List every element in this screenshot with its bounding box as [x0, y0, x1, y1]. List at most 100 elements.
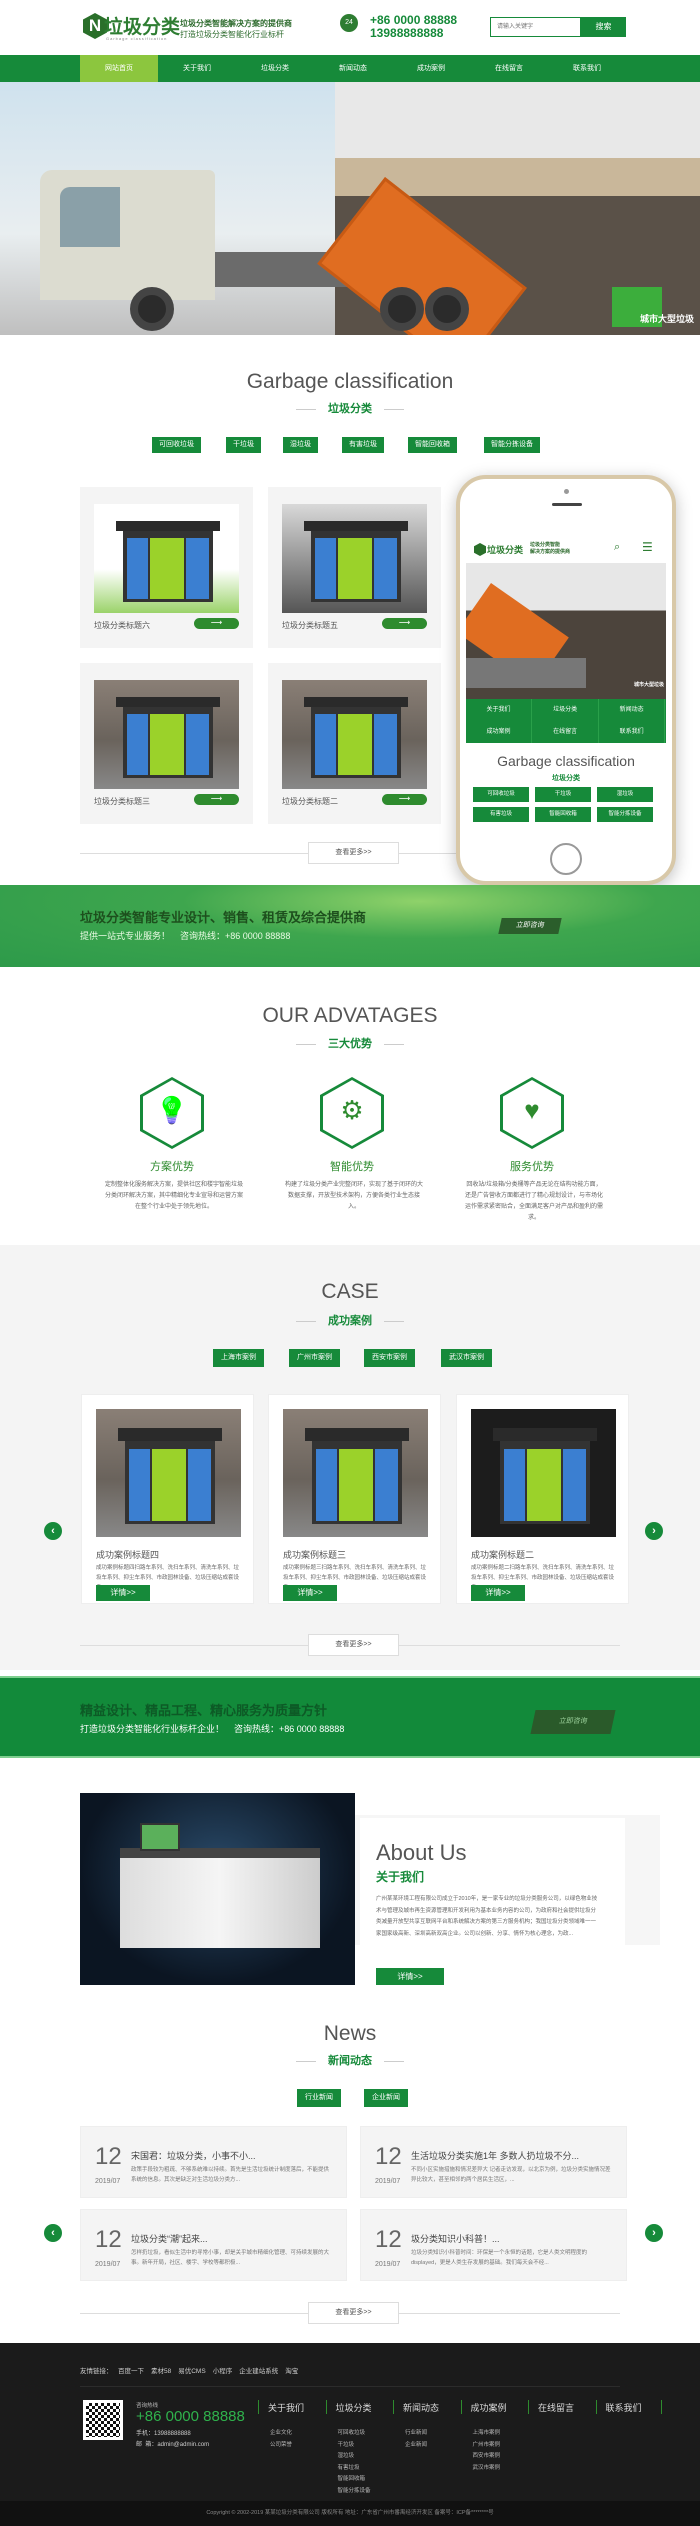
nav-item-2[interactable]: 垃圾分类 [236, 55, 314, 82]
footer-link[interactable]: 可回收垃圾 [338, 2428, 366, 2436]
case-image[interactable] [96, 1409, 241, 1537]
search-icon[interactable]: ⌕ [614, 541, 620, 554]
case-card[interactable]: 成功案例标题三 成功案例标题三扫路车系列、洗扫车系列、清洗车系列、垃圾车系列、抑尘… [268, 1394, 441, 1604]
case-card[interactable]: 成功案例标题二 成功案例标题二扫路车系列、洗扫车系列、清洗车系列、垃圾车系列、抑尘… [456, 1394, 629, 1604]
phone-tab[interactable]: 智能分拣设备 [597, 807, 653, 822]
news-card[interactable]: 12 2019/07 生活垃圾分类实施1年 多数人扔垃圾不分... 不同小区实施措施和… [360, 2126, 627, 2198]
product-image[interactable] [282, 680, 427, 789]
promo2-consult-button[interactable]: 立即咨询 [530, 1710, 616, 1734]
phone-nav-item[interactable]: 成功案例 [466, 721, 532, 743]
products-tab[interactable]: 智能分拣设备 [484, 437, 540, 453]
product-title[interactable]: 垃圾分类标题三 [94, 796, 150, 807]
friend-link[interactable]: 小程序 [213, 2368, 233, 2375]
hero-banner[interactable]: 城市大型垃圾 [0, 82, 700, 335]
cases-next-arrow[interactable]: › [645, 1522, 663, 1540]
case-title[interactable]: 成功案例标题三 [283, 1548, 346, 1561]
footer-link[interactable]: 行业新闻 [405, 2428, 427, 2436]
phone-tab[interactable]: 湿垃圾 [597, 787, 653, 802]
news-title[interactable]: 圾分类知识小科普！... [411, 2232, 500, 2245]
phone-nav-item[interactable]: 垃圾分类 [533, 699, 599, 721]
promo1-consult-button[interactable]: 立即咨询 [498, 918, 562, 934]
case-tab[interactable]: 武汉市案例 [441, 1349, 492, 1367]
arrow-right-icon[interactable]: ⟶ [194, 618, 239, 629]
news-next-arrow[interactable]: › [645, 2224, 663, 2242]
product-card[interactable]: 垃圾分类标题六 ⟶ [80, 487, 253, 648]
product-image[interactable] [282, 504, 427, 613]
news-card[interactable]: 12 2019/07 圾分类知识小科普！... 垃圾分类知识小科普时间：环保是一个永恒… [360, 2209, 627, 2281]
product-image[interactable] [94, 680, 239, 789]
footer-column-title[interactable]: 联系我们 [606, 2401, 642, 2414]
case-detail-button[interactable]: 详情>> [471, 1585, 525, 1601]
footer-link[interactable]: 公司荣誉 [270, 2440, 292, 2448]
friend-link[interactable]: 易优CMS [178, 2368, 205, 2375]
case-detail-button[interactable]: 详情>> [283, 1585, 337, 1601]
news-card[interactable]: 12 2019/07 垃圾分类“潮”起来... 怎样扔垃圾，看似生活中的寻常小事，却是… [80, 2209, 347, 2281]
case-title[interactable]: 成功案例标题二 [471, 1548, 534, 1561]
product-card[interactable]: 垃圾分类标题三 ⟶ [80, 663, 253, 824]
search-button[interactable]: 搜索 [581, 17, 626, 37]
news-card[interactable]: 12 2019/07 宋国君：垃圾分类，小事不小... 政策手段较为粗疏、不够系统难以… [80, 2126, 347, 2198]
phone-tab[interactable]: 可回收垃圾 [473, 787, 529, 802]
footer-column-title[interactable]: 新闻动态 [403, 2401, 439, 2414]
footer-link[interactable]: 广州市案例 [473, 2440, 501, 2448]
product-title[interactable]: 垃圾分类标题二 [282, 796, 338, 807]
logo-text[interactable]: 垃圾分类 [104, 12, 180, 39]
friend-link[interactable]: 素材58 [151, 2368, 171, 2375]
cases-more-button[interactable]: 查看更多>> [308, 1634, 399, 1656]
phone-nav-item[interactable]: 在线留言 [533, 721, 599, 743]
nav-item-4[interactable]: 成功案例 [392, 55, 470, 82]
product-image[interactable] [94, 504, 239, 613]
case-tab[interactable]: 上海市案例 [213, 1349, 264, 1367]
case-card[interactable]: 成功案例标题四 成功案例标题四扫路车系列、洗扫车系列、清洗车系列、垃圾车系列、抑尘… [81, 1394, 254, 1604]
product-title[interactable]: 垃圾分类标题六 [94, 620, 150, 631]
footer-link[interactable]: 有害垃圾 [338, 2463, 360, 2471]
products-tab[interactable]: 湿垃圾 [283, 437, 318, 453]
nav-item-6[interactable]: 联系我们 [548, 55, 626, 82]
case-image[interactable] [471, 1409, 616, 1537]
arrow-right-icon[interactable]: ⟶ [194, 794, 239, 805]
phone-nav-item[interactable]: 联系我们 [599, 721, 666, 743]
news-title[interactable]: 垃圾分类“潮”起来... [131, 2232, 208, 2245]
footer-link[interactable]: 智能分拣设备 [338, 2486, 371, 2494]
arrow-right-icon[interactable]: ⟶ [382, 618, 427, 629]
case-image[interactable] [283, 1409, 428, 1537]
phone-nav-item[interactable]: 关于我们 [466, 699, 532, 721]
news-title[interactable]: 宋国君：垃圾分类，小事不小... [131, 2149, 256, 2162]
news-more-button[interactable]: 查看更多>> [308, 2302, 399, 2324]
product-title[interactable]: 垃圾分类标题五 [282, 620, 338, 631]
friend-link[interactable]: 淘宝 [285, 2368, 298, 2375]
search-input[interactable] [490, 17, 581, 37]
footer-link[interactable]: 企业文化 [270, 2428, 292, 2436]
case-title[interactable]: 成功案例标题四 [96, 1548, 159, 1561]
footer-link[interactable]: 上海市案例 [473, 2428, 501, 2436]
nav-item-1[interactable]: 关于我们 [158, 55, 236, 82]
products-tab[interactable]: 有害垃圾 [342, 437, 384, 453]
products-tab[interactable]: 干垃圾 [226, 437, 261, 453]
footer-link[interactable]: 企业新闻 [405, 2440, 427, 2448]
case-tab[interactable]: 广州市案例 [289, 1349, 340, 1367]
product-card[interactable]: 垃圾分类标题五 ⟶ [268, 487, 441, 648]
footer-column-title[interactable]: 垃圾分类 [336, 2401, 372, 2414]
friend-link[interactable]: 企业建站系统 [239, 2368, 278, 2375]
footer-link[interactable]: 武汉市案例 [473, 2463, 501, 2471]
product-card[interactable]: 垃圾分类标题二 ⟶ [268, 663, 441, 824]
footer-link[interactable]: 智能回收箱 [338, 2474, 366, 2482]
footer-column-title[interactable]: 在线留言 [538, 2401, 574, 2414]
phone-tab[interactable]: 有害垃圾 [473, 807, 529, 822]
footer-column-title[interactable]: 关于我们 [268, 2401, 304, 2414]
footer-link[interactable]: 干垃圾 [338, 2440, 355, 2448]
phone-tab[interactable]: 智能回收箱 [535, 807, 591, 822]
footer-column-title[interactable]: 成功案例 [471, 2401, 507, 2414]
nav-item-0[interactable]: 网站首页 [80, 55, 158, 82]
news-prev-arrow[interactable]: ‹ [44, 2224, 62, 2242]
nav-item-3[interactable]: 新闻动态 [314, 55, 392, 82]
cases-prev-arrow[interactable]: ‹ [44, 1522, 62, 1540]
news-tab[interactable]: 企业新闻 [364, 2089, 408, 2107]
news-title[interactable]: 生活垃圾分类实施1年 多数人扔垃圾不分... [411, 2149, 579, 2162]
products-tab[interactable]: 可回收垃圾 [152, 437, 201, 453]
case-detail-button[interactable]: 详情>> [96, 1585, 150, 1601]
footer-link[interactable]: 西安市案例 [473, 2451, 501, 2459]
menu-icon[interactable]: ☰ [642, 540, 653, 554]
friend-link[interactable]: 百度一下 [118, 2368, 144, 2375]
footer-link[interactable]: 湿垃圾 [338, 2451, 355, 2459]
